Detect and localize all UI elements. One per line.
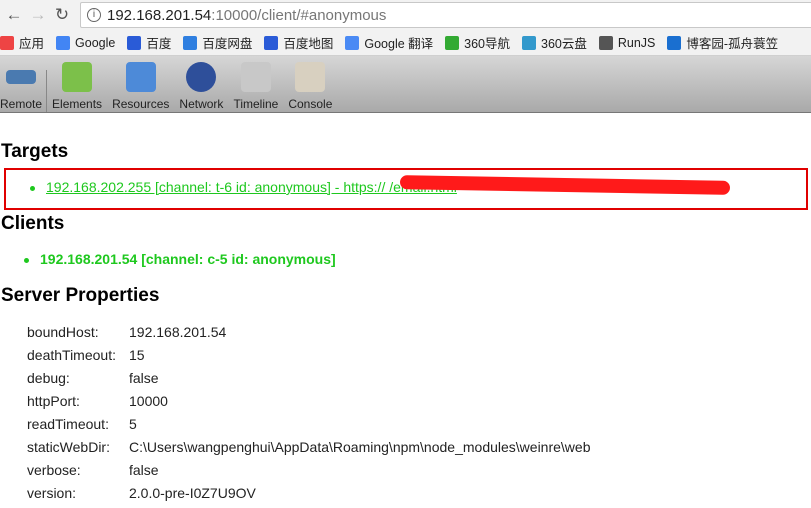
bookmark-item[interactable]: 应用 bbox=[0, 33, 44, 52]
forward-icon[interactable]: → bbox=[26, 5, 50, 25]
tab-console[interactable]: Console bbox=[283, 62, 337, 112]
bookmark-icon bbox=[127, 35, 142, 50]
url-input[interactable]: i 192.168.201.54:10000/client/#anonymous bbox=[80, 2, 811, 28]
back-icon[interactable]: ← bbox=[2, 5, 26, 25]
weinre-toolbar: Remote Elements Resources Network Timeline Co… bbox=[0, 56, 811, 113]
bookmark-item[interactable]: 百度 bbox=[127, 33, 171, 52]
property-row: debug: false bbox=[27, 370, 159, 386]
weinre-logo-icon bbox=[6, 70, 37, 84]
server-properties-list: boundHost: 192.168.201.54 deathTimeout: 15 d… bbox=[27, 324, 591, 508]
bookmark-item[interactable]: RunJS bbox=[598, 35, 655, 50]
reload-icon[interactable]: ↻ bbox=[50, 5, 74, 25]
tab-network[interactable]: Network bbox=[174, 62, 228, 112]
property-row: staticWebDir: C:\Users\wangpenghui\AppDat… bbox=[27, 439, 591, 455]
timeline-icon bbox=[240, 62, 271, 92]
property-row: httpPort: 10000 bbox=[27, 393, 168, 409]
bookmark-icon bbox=[667, 35, 682, 50]
bookmarks-bar: 应用 Google 百度 百度网盘 百度地图 Google 翻译 360导航 360云盘 Run… bbox=[0, 30, 811, 56]
tab-remote[interactable]: Remote bbox=[0, 70, 48, 112]
bookmark-item[interactable]: 百度网盘 bbox=[183, 33, 252, 52]
server-properties-heading: Server Properties bbox=[1, 285, 160, 306]
tab-resources[interactable]: Resources bbox=[107, 62, 174, 112]
bookmark-item[interactable]: 360导航 bbox=[445, 33, 510, 52]
bookmark-item[interactable]: Google bbox=[56, 35, 115, 50]
tab-timeline[interactable]: Timeline bbox=[228, 62, 283, 112]
console-icon bbox=[295, 62, 326, 92]
bookmark-icon bbox=[183, 35, 198, 50]
bookmark-icon bbox=[598, 35, 613, 50]
bookmark-icon bbox=[445, 35, 460, 50]
bookmark-item[interactable]: 博客园-孤舟蓑笠 bbox=[667, 33, 778, 52]
bookmark-item[interactable]: Google 翻译 bbox=[345, 33, 433, 52]
elements-icon bbox=[62, 62, 93, 92]
bookmark-item[interactable]: 百度地图 bbox=[264, 33, 333, 52]
info-icon[interactable]: i bbox=[87, 8, 101, 22]
bookmark-icon bbox=[345, 35, 360, 50]
clients-heading: Clients bbox=[1, 213, 65, 234]
property-row: deathTimeout: 15 bbox=[27, 347, 145, 363]
targets-heading: Targets bbox=[1, 141, 69, 162]
bookmark-item[interactable]: 360云盘 bbox=[522, 33, 587, 52]
property-row: boundHost: 192.168.201.54 bbox=[27, 324, 227, 340]
bookmark-icon bbox=[56, 35, 71, 50]
property-row: verbose: false bbox=[27, 462, 159, 478]
resources-icon bbox=[125, 62, 156, 92]
tab-elements[interactable]: Elements bbox=[47, 62, 107, 112]
network-icon bbox=[186, 62, 217, 92]
bookmark-icon bbox=[0, 35, 14, 50]
property-row: readTimeout: 5 bbox=[27, 416, 137, 432]
bookmark-icon bbox=[522, 35, 537, 50]
client-item[interactable]: 192.168.201.54 [channel: c-5 id: anonymo… bbox=[0, 251, 336, 267]
bookmark-icon bbox=[264, 35, 279, 50]
address-bar-row: ← → ↻ i 192.168.201.54:10000/client/#ano… bbox=[0, 0, 811, 30]
